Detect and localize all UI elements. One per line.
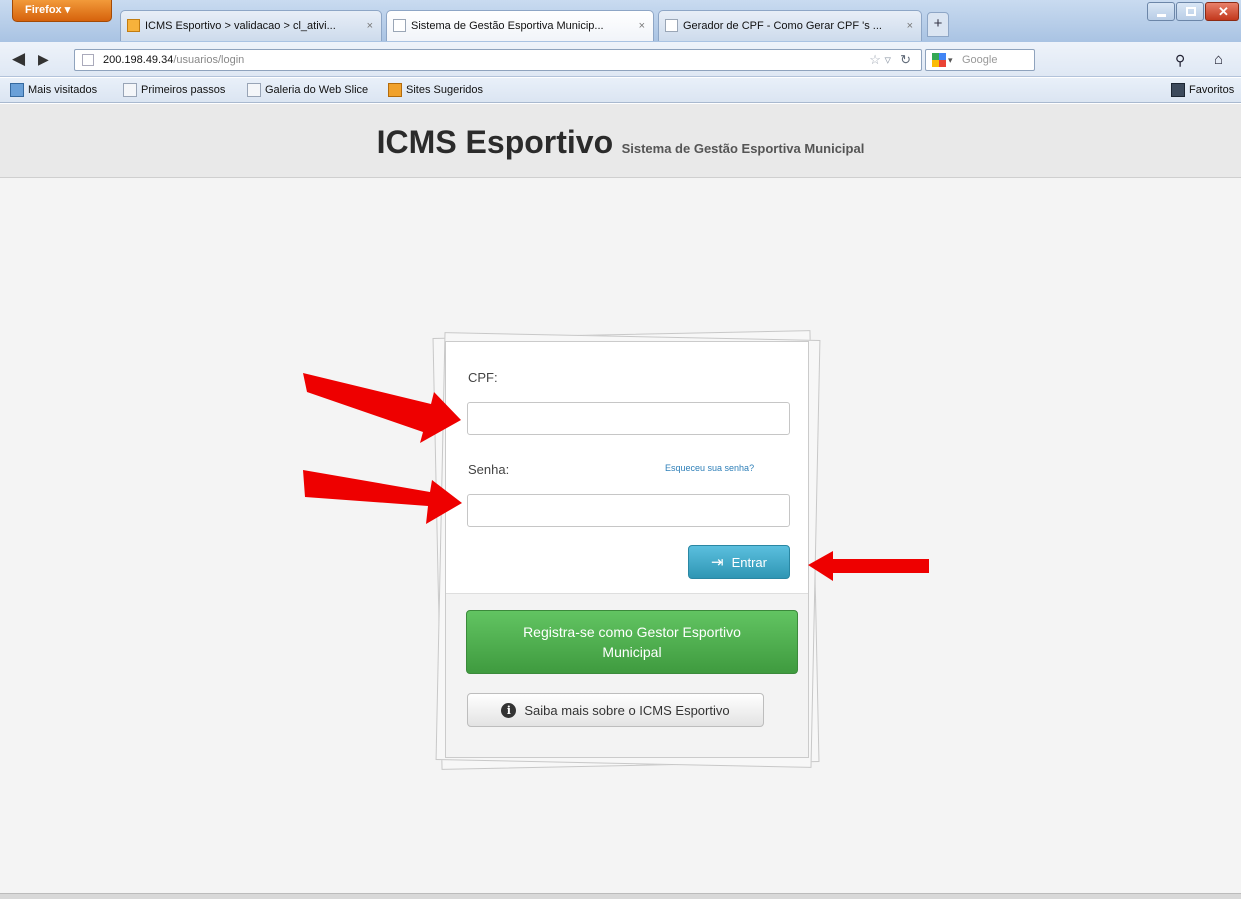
search-input[interactable]: ▾ Google	[925, 49, 1035, 71]
favorites-label: Favoritos	[1189, 84, 1235, 96]
site-identity-icon	[82, 54, 94, 66]
window-minimize-button[interactable]	[1147, 2, 1175, 21]
back-arrow-icon[interactable]: ◀	[12, 50, 25, 68]
new-tab-button[interactable]: +	[927, 12, 949, 37]
forward-arrow-icon[interactable]: ▶	[38, 50, 49, 68]
navigation-toolbar: ◀ ▶ 200.198.49.34/usuarios/login ☆ ▿ ↻ ▾…	[0, 42, 1241, 77]
learn-more-button[interactable]: i Saiba mais sobre o ICMS Esportivo	[467, 693, 764, 727]
senha-label: Senha:	[468, 462, 510, 477]
bookmark-mais-visitados[interactable]: Mais visitados	[8, 78, 97, 102]
login-card: CPF: Senha: Esqueceu sua senha? ⇥ Entrar…	[445, 341, 809, 758]
firefox-menu-label: Firefox	[25, 4, 62, 16]
tab-favicon-icon	[665, 19, 678, 32]
tab-label: Sistema de Gestão Esportiva Municip...	[411, 20, 604, 32]
entrar-button[interactable]: ⇥ Entrar	[688, 545, 790, 579]
page-bottom-divider	[0, 893, 1241, 899]
window-maximize-button[interactable]	[1176, 2, 1204, 21]
tab-label: ICMS Esportivo > validacao > cl_ativi...	[145, 20, 336, 32]
tab-close-icon[interactable]: ×	[639, 11, 645, 41]
bookmark-label: Primeiros passos	[141, 84, 226, 96]
home-icon[interactable]: ⌂	[1214, 51, 1223, 68]
tab-favicon-icon	[393, 19, 406, 32]
firefox-menu-button[interactable]: Firefox ▾	[12, 0, 112, 22]
site-title: ICMS Esportivo	[376, 124, 614, 160]
bookmark-galeria-web-slice[interactable]: Galeria do Web Slice	[245, 78, 368, 102]
senha-field[interactable]	[467, 494, 790, 527]
sign-in-icon: ⇥	[711, 553, 724, 571]
tab-gerador-cpf[interactable]: Gerador de CPF - Como Gerar CPF 's ... ×	[658, 10, 922, 41]
cpf-label: CPF:	[468, 370, 498, 385]
register-button[interactable]: Registra-se como Gestor Esportivo Munici…	[466, 610, 798, 674]
bookmark-label: Galeria do Web Slice	[265, 84, 369, 96]
favorites-icon	[1171, 83, 1185, 97]
search-icon[interactable]: ⚲	[1175, 52, 1185, 69]
maximize-icon	[1186, 7, 1196, 16]
bookmark-icon	[247, 83, 261, 97]
search-placeholder: Google	[962, 54, 998, 66]
search-engine-dropdown-icon[interactable]: ▾	[948, 50, 953, 70]
site-header: ICMS Esportivo Sistema de Gestão Esporti…	[0, 104, 1241, 178]
learn-more-label: Saiba mais sobre o ICMS Esportivo	[524, 702, 730, 718]
tab-close-icon[interactable]: ×	[367, 11, 373, 41]
bookmark-sites-sugeridos[interactable]: Sites Sugeridos	[386, 78, 483, 102]
minimize-icon	[1157, 14, 1166, 17]
tab-close-icon[interactable]: ×	[907, 11, 913, 41]
entrar-label: Entrar	[731, 554, 767, 570]
bookmark-label: Sites Sugeridos	[406, 84, 484, 96]
tab-favicon-icon	[127, 19, 140, 32]
url-path: /usuarios/login	[173, 54, 245, 66]
bookmark-label: Mais visitados	[28, 84, 98, 96]
window-close-button[interactable]: ✕	[1205, 2, 1239, 21]
info-circle-icon: i	[501, 702, 517, 718]
close-icon: ✕	[1218, 4, 1229, 19]
tab-label: Gerador de CPF - Como Gerar CPF 's ...	[683, 20, 882, 32]
favorites-button[interactable]: Favoritos	[1169, 78, 1234, 102]
browser-titlebar: Firefox ▾ ICMS Esportivo > validacao > c…	[0, 0, 1241, 42]
site-subtitle: Sistema de Gestão Esportiva Municipal	[621, 141, 865, 156]
bookmark-icon	[10, 83, 24, 97]
address-bar[interactable]: 200.198.49.34/usuarios/login ☆ ▿ ↻	[74, 49, 922, 71]
tab-icms-validacao[interactable]: ICMS Esportivo > validacao > cl_ativi...…	[120, 10, 382, 41]
google-icon	[932, 53, 946, 67]
bookmark-icon	[123, 83, 137, 97]
page-content: ICMS Esportivo Sistema de Gestão Esporti…	[0, 104, 1241, 899]
bookmark-icon	[388, 83, 402, 97]
bookmark-star-icon[interactable]: ☆ ▿	[869, 50, 891, 70]
url-host: 200.198.49.34	[103, 54, 174, 66]
cpf-field[interactable]	[467, 402, 790, 435]
register-label: Registra-se como Gestor Esportivo Munici…	[523, 624, 741, 660]
tab-sistema-gestao[interactable]: Sistema de Gestão Esportiva Municip... ×	[386, 10, 654, 41]
forgot-password-link[interactable]: Esqueceu sua senha?	[665, 463, 754, 473]
reload-icon[interactable]: ↻	[900, 50, 911, 70]
bookmark-primeiros-passos[interactable]: Primeiros passos	[121, 78, 225, 102]
bookmarks-toolbar: Mais visitados Primeiros passos Galeria …	[0, 78, 1241, 103]
